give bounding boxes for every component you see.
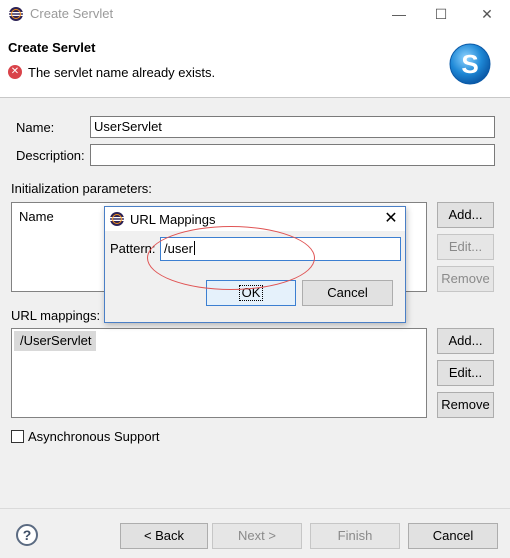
window-title: Create Servlet (30, 6, 114, 21)
servlet-logo-icon: S (449, 43, 491, 85)
dialog-cancel-button[interactable]: Cancel (302, 280, 393, 306)
eclipse-icon (110, 212, 124, 226)
dialog-title: URL Mappings (130, 212, 216, 227)
error-message: The servlet name already exists. (28, 65, 216, 80)
pattern-input[interactable]: /user (160, 237, 401, 261)
pattern-label: Pattern: (110, 241, 156, 256)
dialog-titlebar: URL Mappings ✕ (105, 207, 405, 231)
back-button[interactable]: < Back (120, 523, 208, 549)
footer-divider (0, 508, 510, 509)
finish-button[interactable]: Finish (310, 523, 400, 549)
minimize-button[interactable]: — (386, 2, 412, 26)
url-mappings-dialog: URL Mappings ✕ Pattern: /user OK Cancel (104, 206, 406, 323)
description-field[interactable] (90, 144, 495, 166)
url-add-button[interactable]: Add... (437, 328, 494, 354)
init-add-button[interactable]: Add... (437, 202, 494, 228)
description-label: Description: (16, 148, 85, 163)
help-icon[interactable]: ? (16, 524, 38, 546)
init-params-label: Initialization parameters: (11, 181, 152, 196)
init-params-column-name: Name (19, 209, 54, 224)
maximize-button[interactable]: ☐ (428, 2, 454, 26)
url-edit-button[interactable]: Edit... (437, 360, 494, 386)
url-remove-button[interactable]: Remove (437, 392, 494, 418)
error-icon: ✕ (8, 65, 22, 79)
wizard-title: Create Servlet (8, 40, 96, 55)
url-mappings-label: URL mappings: (11, 308, 101, 323)
window-titlebar: Create Servlet — ☐ ✕ (0, 0, 510, 28)
list-item[interactable]: /UserServlet (14, 331, 96, 351)
name-field[interactable]: UserServlet (90, 116, 495, 138)
ok-button[interactable]: OK (206, 280, 296, 306)
text-caret (193, 241, 195, 255)
async-checkbox[interactable] (11, 430, 24, 443)
pattern-value: /user (164, 241, 193, 256)
async-label[interactable]: Asynchronous Support (28, 429, 160, 444)
cancel-button[interactable]: Cancel (408, 523, 498, 549)
svg-text:S: S (461, 49, 478, 79)
init-remove-button[interactable]: Remove (437, 266, 494, 292)
eclipse-icon (9, 7, 23, 21)
wizard-header: Create Servlet ✕ The servlet name alread… (0, 28, 510, 98)
name-label: Name: (16, 120, 55, 135)
next-button[interactable]: Next > (212, 523, 302, 549)
close-button[interactable]: ✕ (474, 2, 500, 26)
close-icon[interactable]: ✕ (381, 209, 401, 229)
init-edit-button[interactable]: Edit... (437, 234, 494, 260)
ok-label: OK (238, 285, 264, 301)
url-mappings-list[interactable]: /UserServlet (11, 328, 427, 418)
